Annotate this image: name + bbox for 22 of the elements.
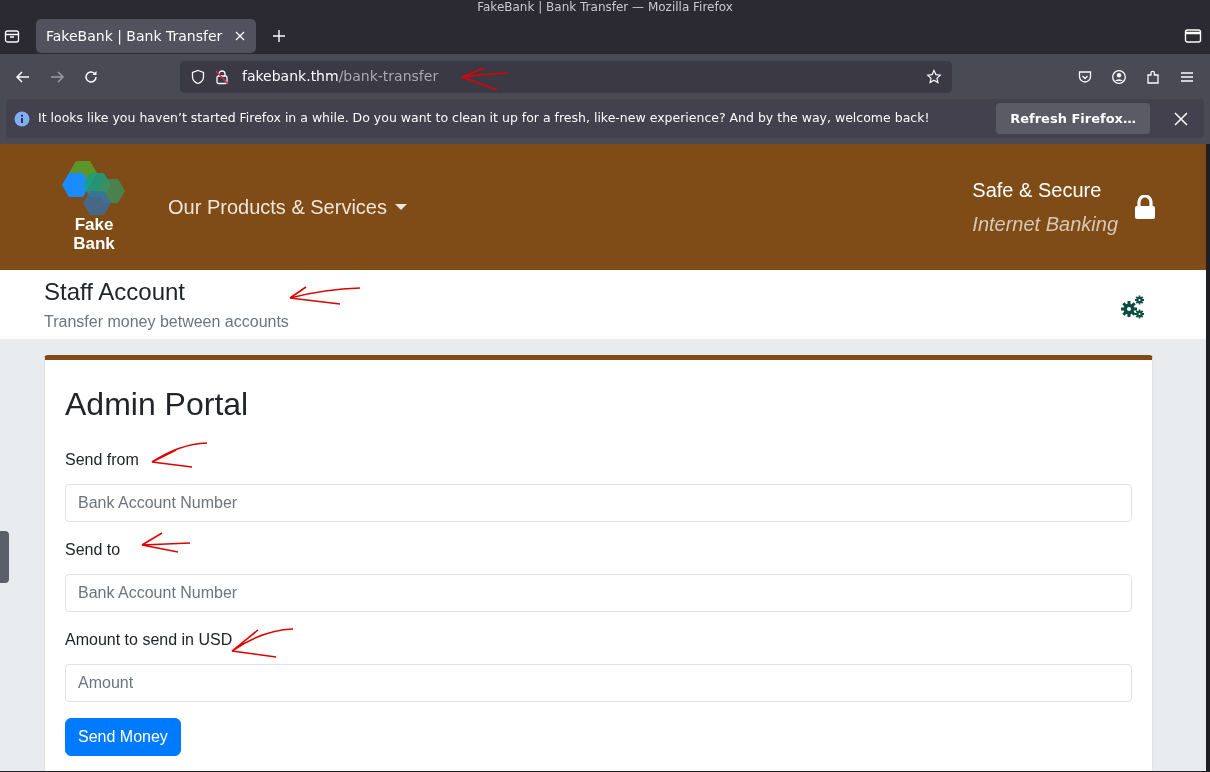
page-title: Staff Account bbox=[44, 278, 186, 306]
notification-message: It looks like you haven’t started Firefox in a while. Do you want to clean it up for a fresh, like-new experience? And by the way, welcome back! bbox=[38, 109, 930, 128]
window-title: FakeBank | Bank Transfer — Mozilla Firefox bbox=[0, 0, 1210, 16]
tagline: Safe & Secure bbox=[972, 178, 1103, 203]
field-label: Send to bbox=[65, 540, 121, 560]
logo-text: Fake bbox=[74, 215, 114, 234]
send-money-button[interactable]: Send Money bbox=[65, 718, 181, 756]
field-label: Amount to send in USD bbox=[65, 630, 233, 650]
tab-title: FakeBank | Bank Transfer bbox=[46, 26, 223, 47]
browser-tab[interactable]: FakeBank | Bank Transfer bbox=[36, 19, 256, 53]
field-label: Send from bbox=[65, 450, 139, 470]
form-title: Admin Portal bbox=[65, 385, 250, 424]
tagline-subtitle: Internet Banking bbox=[972, 212, 1118, 237]
products-menu-link[interactable]: Our Products & Services bbox=[168, 192, 407, 222]
input-field[interactable]: Amount bbox=[65, 664, 1132, 702]
logo-text: Bank bbox=[73, 234, 115, 253]
input-field[interactable]: Bank Account Number bbox=[65, 574, 1132, 612]
page-subtitle: Transfer money between accounts bbox=[44, 312, 289, 332]
refresh-firefox-button[interactable]: Refresh Firefox… bbox=[996, 102, 1150, 135]
url-text: fakebank.thm/bank-transfer bbox=[242, 67, 439, 86]
input-field[interactable]: Bank Account Number bbox=[65, 484, 1132, 522]
address-bar[interactable]: fakebank.thm/bank-transfer bbox=[180, 60, 952, 93]
